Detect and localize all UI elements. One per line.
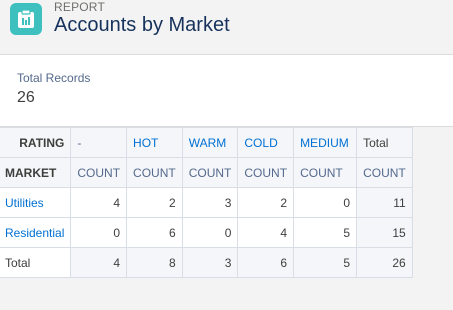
- total-records-label: Total Records: [17, 71, 91, 85]
- totals-row: Total 4 8 3 6 5 26: [0, 247, 413, 278]
- rating-grouping-label: RATING: [0, 127, 72, 158]
- count-header: COUNT: [293, 157, 358, 188]
- row-label-residential[interactable]: Residential: [0, 217, 72, 248]
- page-eyebrow: REPORT: [54, 0, 105, 14]
- grand-total-cell: 26: [356, 247, 413, 278]
- rating-column-header[interactable]: WARM: [181, 127, 239, 158]
- column-total-cell: 6: [237, 247, 295, 278]
- column-total-cell: 3: [181, 247, 239, 278]
- rating-column-header[interactable]: -: [70, 127, 128, 158]
- count-header: COUNT: [237, 157, 295, 188]
- column-total-cell: 5: [293, 247, 358, 278]
- table-row: Utilities 4 2 3 2 0 11: [0, 187, 413, 218]
- rating-column-header[interactable]: COLD: [237, 127, 295, 158]
- count-cell: 4: [70, 187, 128, 218]
- total-records-summary: Total Records 26: [0, 55, 453, 127]
- count-cell: 0: [293, 187, 358, 218]
- count-cell: 3: [181, 187, 239, 218]
- row-total-cell: 15: [356, 217, 413, 248]
- market-grouping-label: MARKET: [0, 157, 72, 188]
- column-total-cell: 8: [126, 247, 183, 278]
- count-header: COUNT: [181, 157, 239, 188]
- totals-row-label: Total: [0, 247, 72, 278]
- count-cell: 2: [237, 187, 295, 218]
- total-records-value: 26: [17, 89, 35, 106]
- row-label-utilities[interactable]: Utilities: [0, 187, 72, 218]
- count-cell: 6: [126, 217, 183, 248]
- count-header: COUNT: [70, 157, 128, 188]
- rating-column-header[interactable]: HOT: [126, 127, 183, 158]
- matrix-table: RATING - HOT WARM COLD MEDIUM Total MARK…: [0, 127, 413, 278]
- report-icon: [10, 3, 42, 35]
- total-column-header: Total: [356, 127, 413, 158]
- table-row: Residential 0 6 0 4 5 15: [0, 217, 413, 248]
- rating-column-header[interactable]: MEDIUM: [293, 127, 358, 158]
- page-title: Accounts by Market: [54, 14, 230, 36]
- count-cell: 0: [181, 217, 239, 248]
- count-header: COUNT: [356, 157, 413, 188]
- count-header-row: MARKET COUNT COUNT COUNT COUNT COUNT COU…: [0, 157, 413, 188]
- count-cell: 0: [70, 217, 128, 248]
- column-total-cell: 4: [70, 247, 128, 278]
- row-total-cell: 11: [356, 187, 413, 218]
- report-header: REPORT Accounts by Market: [0, 0, 453, 55]
- rating-header-row: RATING - HOT WARM COLD MEDIUM Total: [0, 127, 413, 158]
- count-header: COUNT: [126, 157, 183, 188]
- count-cell: 4: [237, 217, 295, 248]
- count-cell: 2: [126, 187, 183, 218]
- count-cell: 5: [293, 217, 358, 248]
